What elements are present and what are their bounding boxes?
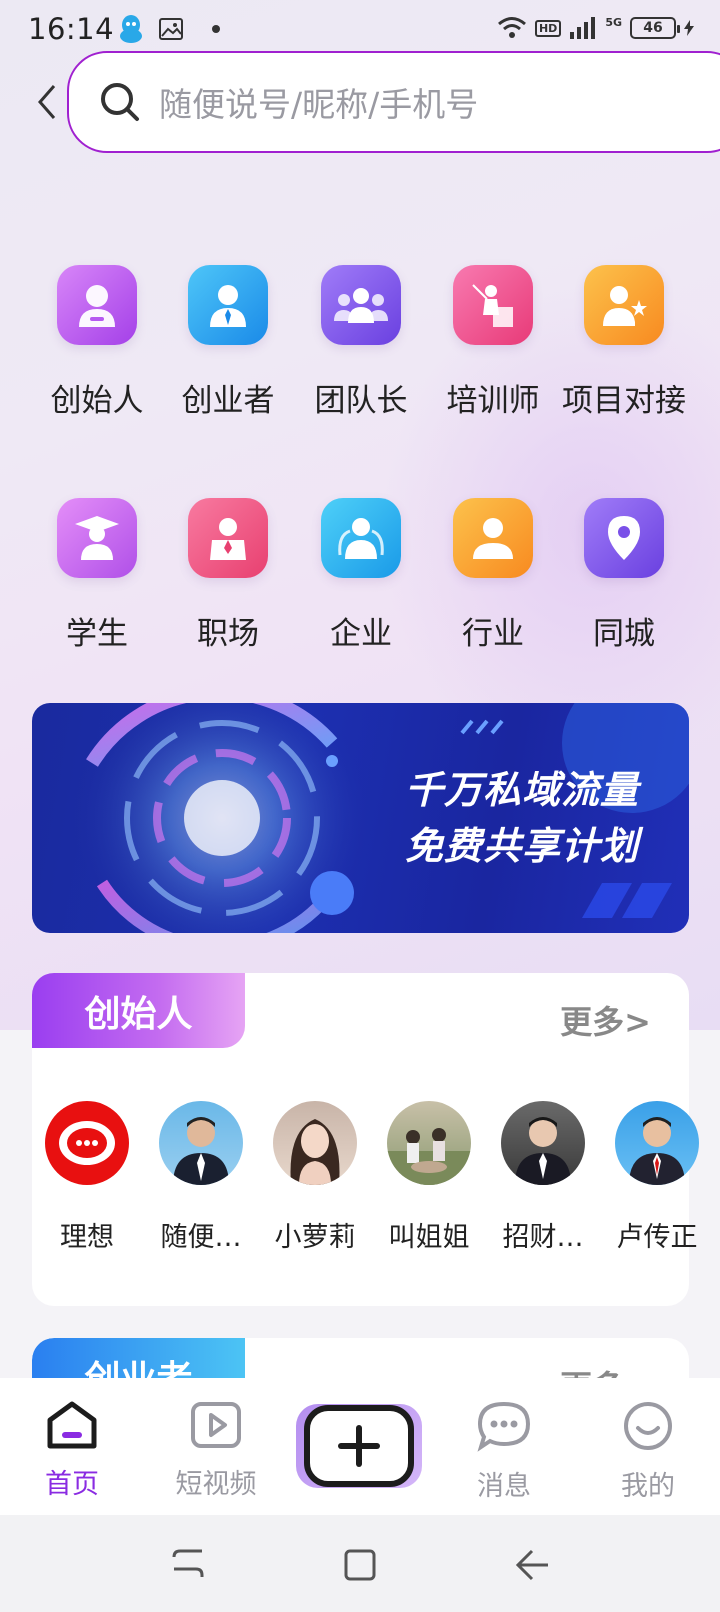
project-icon [584,265,664,345]
back-button[interactable] [30,80,64,124]
enterprise-icon [321,498,401,578]
avatar [501,1101,585,1185]
category-founder[interactable]: 创始人 [32,265,162,425]
system-nav-bar [0,1515,720,1612]
person-item[interactable]: 理想 [32,1101,142,1254]
avatar [615,1101,699,1185]
avatar [387,1101,471,1185]
banner-line-1: 千万私域流量 [404,768,639,812]
notification-dot-icon [212,25,220,33]
category-student[interactable]: 学生 [32,498,162,658]
bottom-nav: 首页 短视频 消息 我的 [0,1378,720,1515]
category-trainer[interactable]: 培训师 [428,265,558,425]
person-item[interactable]: 小萝莉 [260,1101,370,1254]
publish-button[interactable] [296,1404,422,1488]
back-nav-icon[interactable] [512,1545,552,1585]
person-item[interactable]: 随便… [146,1101,256,1254]
nav-messages[interactable]: 消息 [454,1400,554,1503]
wifi-icon [498,17,526,38]
category-local[interactable]: 同城 [559,498,689,658]
search-input[interactable]: 随便说号/昵称/手机号 [67,51,720,153]
more-link[interactable]: 更多> [560,997,651,1043]
founder-section: 创始人 更多> 理想 随便… 小萝莉 叫姐姐 招财… 卢传正 [32,973,699,1306]
person-item[interactable]: 招财… [488,1101,598,1254]
hd-badge: HD [534,19,562,37]
qq-icon [120,15,142,43]
charging-icon [684,20,694,36]
search-placeholder: 随便说号/昵称/手机号 [159,85,479,124]
category-team-leader[interactable]: 团队长 [296,265,426,425]
avatar [159,1101,243,1185]
trainer-icon [453,265,533,345]
recent-apps-icon[interactable] [168,1545,208,1585]
team-leader-icon [321,265,401,345]
smiley-icon [624,1402,672,1450]
location-icon [584,498,664,578]
avatar [45,1101,129,1185]
search-icon [101,83,139,121]
founder-icon [57,265,137,345]
nav-home[interactable]: 首页 [22,1400,122,1501]
category-project[interactable]: 项目对接 [559,265,689,425]
category-entrepreneur[interactable]: 创业者 [163,265,293,425]
signal-icon [570,17,596,39]
chat-bubble-icon [477,1401,531,1452]
industry-icon [453,498,533,578]
nav-short-video[interactable]: 短视频 [166,1400,266,1501]
home-icon [47,1401,97,1449]
battery-icon: 46 [630,17,680,39]
entrepreneur-icon [188,265,268,345]
network-type: 5G [605,15,622,29]
home-nav-icon[interactable] [340,1545,380,1585]
avatar [273,1101,357,1185]
category-industry[interactable]: 行业 [428,498,558,658]
nav-me[interactable]: 我的 [598,1400,698,1503]
person-item[interactable]: 叫姐姐 [374,1101,484,1254]
category-workplace[interactable]: 职场 [163,498,293,658]
video-play-icon [191,1402,241,1448]
person-item[interactable]: 卢传正 [602,1101,712,1254]
section-title: 创始人 [32,973,245,1048]
promo-banner[interactable]: 千万私域流量 免费共享计划 [32,703,689,933]
banner-line-2: 免费共享计划 [404,824,639,868]
plus-icon [304,1405,414,1487]
chevron-left-icon [38,85,56,119]
image-icon [159,18,183,40]
workplace-icon [188,498,268,578]
student-icon [57,498,137,578]
category-enterprise[interactable]: 企业 [296,498,426,658]
status-time: 16:14 [28,12,115,46]
